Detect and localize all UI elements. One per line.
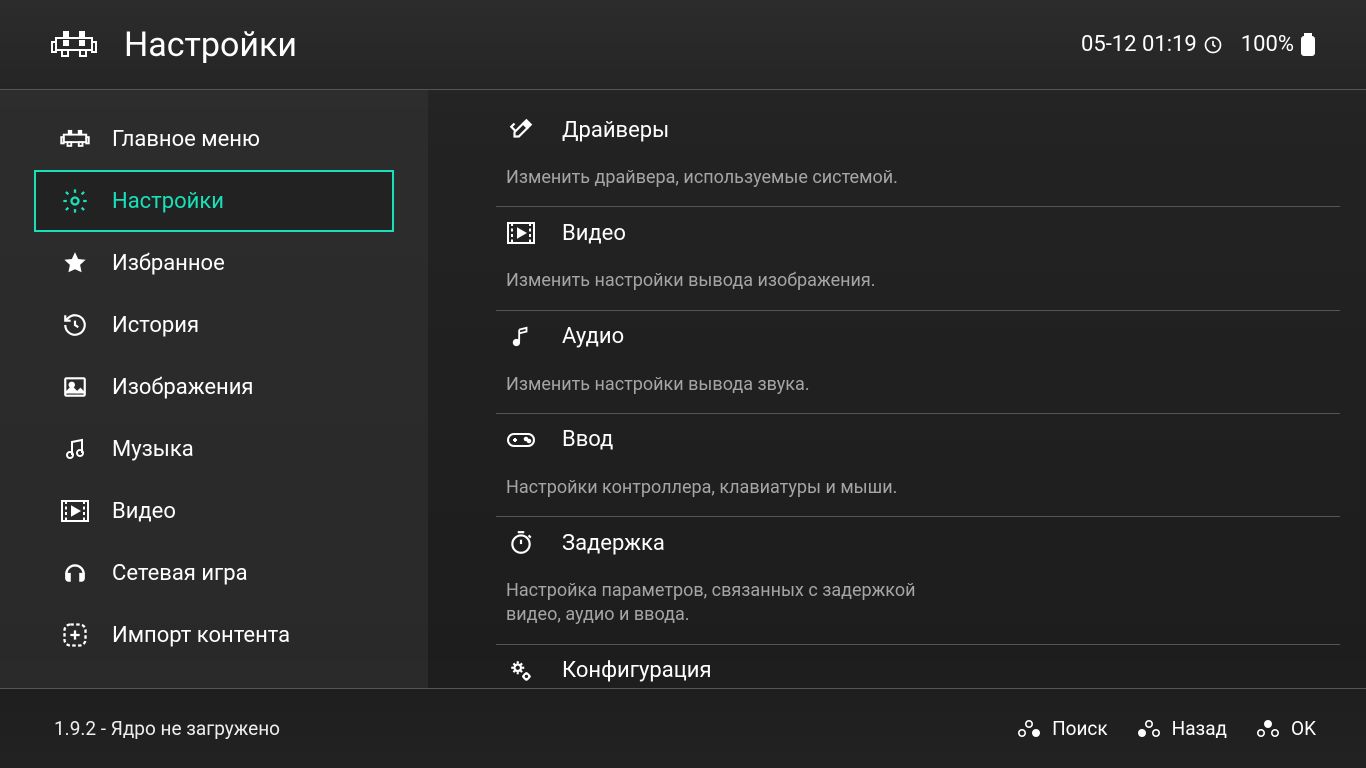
settings-item-desc: Изменить настройки вывода изображения. — [496, 259, 956, 309]
settings-section-latency: Задержка Настройка параметров, связанных… — [496, 517, 1340, 645]
invader-icon — [50, 28, 98, 62]
hint-label: Назад — [1172, 717, 1227, 740]
settings-item-video[interactable]: Видео — [496, 207, 1340, 259]
sidebar-item-label: История — [112, 313, 199, 338]
settings-item-label: Драйверы — [562, 118, 669, 143]
sidebar-item-label: Избранное — [112, 251, 225, 276]
settings-item-desc: Изменить драйвера, используемые системой… — [496, 156, 956, 206]
hint-back[interactable]: Назад — [1136, 717, 1227, 740]
video-icon — [506, 222, 536, 244]
settings-section-drivers: Драйверы Изменить драйвера, используемые… — [496, 104, 1340, 207]
clock: 05-12 01:19 — [1081, 32, 1223, 57]
page-title: Настройки — [124, 25, 297, 65]
sidebar-item-settings[interactable]: Настройки — [34, 170, 394, 232]
sidebar-item-label: Сетевая игра — [112, 561, 248, 586]
hint-search[interactable]: Поиск — [1016, 717, 1108, 740]
music-icon — [60, 434, 90, 464]
video-icon — [60, 496, 90, 526]
sidebar-item-label: Импорт контента — [112, 623, 290, 648]
sidebar: Главное меню Настройки Избранное История — [0, 90, 428, 688]
battery-text: 100% — [1241, 32, 1294, 57]
hint-label: Поиск — [1052, 717, 1108, 740]
sidebar-item-label: Настройки — [112, 189, 224, 214]
music-icon — [506, 324, 536, 350]
headset-icon — [60, 558, 90, 588]
plus-box-icon — [60, 620, 90, 650]
tools-icon — [506, 117, 536, 143]
settings-item-label: Видео — [562, 221, 626, 246]
sidebar-item-label: Главное меню — [112, 127, 260, 152]
settings-item-config[interactable]: Конфигурация — [496, 645, 1340, 688]
settings-item-desc: Изменить настройки вывода звука. — [496, 363, 956, 413]
image-icon — [60, 372, 90, 402]
gear-small-icon — [506, 658, 536, 684]
sidebar-item-main-menu[interactable]: Главное меню — [34, 108, 394, 170]
sidebar-item-music[interactable]: Музыка — [34, 418, 394, 480]
sidebar-item-import[interactable]: Импорт контента — [34, 604, 394, 666]
settings-item-desc: Настройка параметров, связанных с задерж… — [496, 569, 956, 644]
hint-label: OK — [1291, 717, 1316, 740]
pad-button-icon — [1136, 718, 1162, 740]
settings-section-video: Видео Изменить настройки вывода изображе… — [496, 207, 1340, 310]
pad-button-icon — [1255, 718, 1281, 740]
gamepad-icon — [506, 430, 536, 450]
status-text: 1.9.2 - Ядро не загружено — [54, 717, 280, 740]
sidebar-item-netplay[interactable]: Сетевая игра — [34, 542, 394, 604]
footer-bar: 1.9.2 - Ядро не загружено Поиск Назад OK — [0, 688, 1366, 768]
settings-item-label: Аудио — [562, 324, 624, 349]
battery-icon — [1300, 33, 1316, 57]
hint-ok[interactable]: OK — [1255, 717, 1316, 740]
settings-item-drivers[interactable]: Драйверы — [496, 104, 1340, 156]
header-bar: Настройки 05-12 01:19 100% — [0, 0, 1366, 90]
settings-section-audio: Аудио Изменить настройки вывода звука. — [496, 311, 1340, 414]
header-left: Настройки — [50, 25, 297, 65]
settings-item-label: Задержка — [562, 531, 665, 556]
sidebar-item-label: Изображения — [112, 375, 254, 400]
header-right: 05-12 01:19 100% — [1081, 32, 1316, 57]
sidebar-item-video[interactable]: Видео — [34, 480, 394, 542]
settings-item-label: Ввод — [562, 427, 613, 452]
timer-icon — [506, 530, 536, 556]
invader-icon — [60, 124, 90, 154]
settings-section-input: Ввод Настройки контроллера, клавиатуры и… — [496, 414, 1340, 517]
sidebar-item-images[interactable]: Изображения — [34, 356, 394, 418]
star-icon — [60, 248, 90, 278]
settings-section-config: Конфигурация — [496, 645, 1340, 688]
battery: 100% — [1241, 32, 1316, 57]
settings-item-latency[interactable]: Задержка — [496, 517, 1340, 569]
footer-hints: Поиск Назад OK — [1016, 717, 1316, 740]
sidebar-item-favorites[interactable]: Избранное — [34, 232, 394, 294]
settings-item-desc: Настройки контроллера, клавиатуры и мыши… — [496, 466, 956, 516]
settings-list: Драйверы Изменить драйвера, используемые… — [428, 90, 1366, 688]
datetime-text: 05-12 01:19 — [1081, 32, 1197, 57]
settings-item-label: Конфигурация — [562, 658, 712, 683]
sidebar-item-label: Музыка — [112, 437, 194, 462]
gear-icon — [60, 186, 90, 216]
history-icon — [60, 310, 90, 340]
sidebar-item-history[interactable]: История — [34, 294, 394, 356]
clock-icon — [1203, 35, 1223, 55]
sidebar-item-label: Видео — [112, 499, 176, 524]
settings-item-input[interactable]: Ввод — [496, 414, 1340, 466]
body: Главное меню Настройки Избранное История — [0, 90, 1366, 688]
pad-button-icon — [1016, 718, 1042, 740]
settings-item-audio[interactable]: Аудио — [496, 311, 1340, 363]
